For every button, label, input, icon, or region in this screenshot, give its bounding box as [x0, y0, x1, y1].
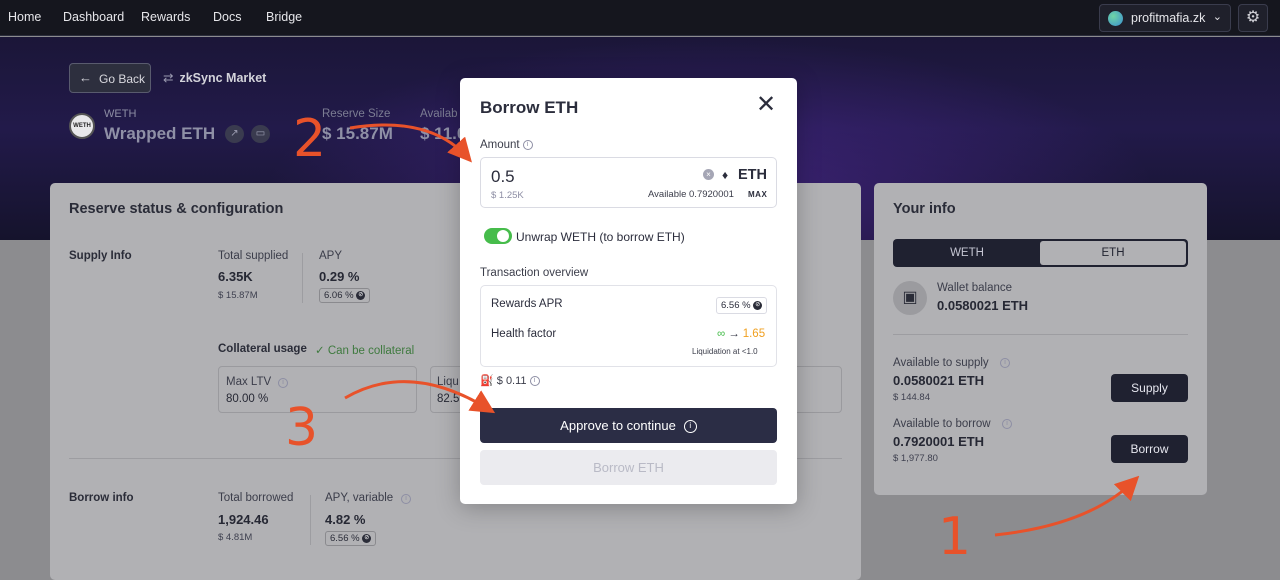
annotation-arrow-1	[994, 475, 1140, 537]
annotation-step-2: 2	[293, 109, 327, 169]
annotation-step-1: 1	[938, 507, 972, 567]
annotation-arrow-2	[349, 123, 472, 163]
annotation-step-3: 3	[285, 398, 319, 458]
annotation-arrow-3	[344, 380, 496, 414]
annotation-arrows	[344, 123, 1140, 537]
